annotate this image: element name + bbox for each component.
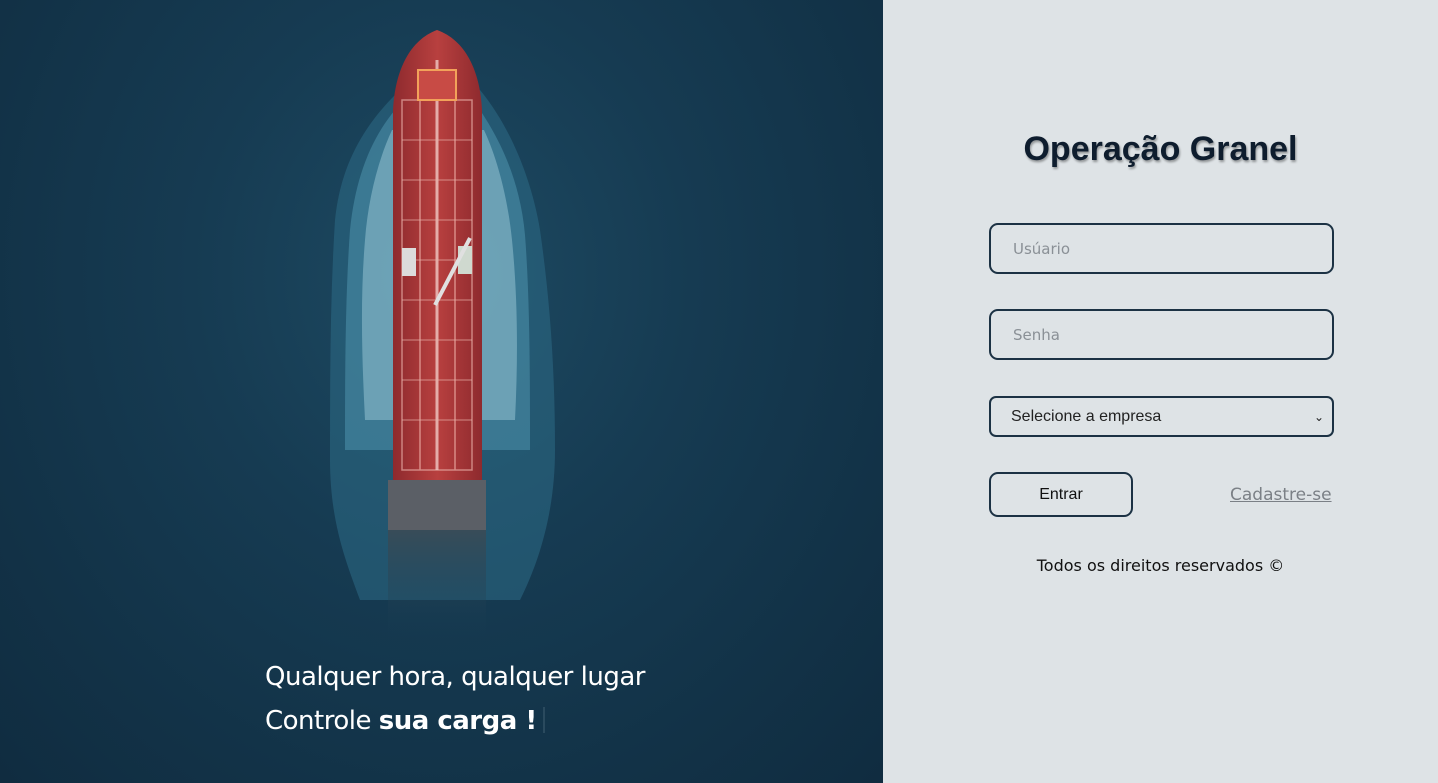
hero-tagline-line2: Controle sua carga ! (265, 699, 645, 743)
hero-tagline-line1: Qualquer hora, qualquer lugar (265, 662, 645, 692)
login-page: Qualquer hora, qualquer lugar Controle s… (0, 0, 1438, 783)
company-select-value: Selecione a empresa (1011, 407, 1162, 425)
hero-tagline-prefix: Controle (265, 706, 379, 736)
username-input[interactable] (989, 223, 1334, 274)
chevron-down-icon: ⌄ (1313, 409, 1324, 424)
company-select[interactable]: Selecione a empresa ⌄ (989, 396, 1334, 437)
login-panel: Operação Granel Selecione a empresa ⌄ En… (883, 0, 1438, 783)
page-title: Operação Granel (1023, 130, 1298, 168)
login-button[interactable]: Entrar (989, 472, 1133, 517)
hero-tagline-bold: sua carga ! (378, 706, 537, 736)
copyright-footer: Todos os direitos reservados © (1036, 556, 1285, 575)
register-link[interactable]: Cadastre-se (1230, 485, 1332, 505)
hero-tagline: Qualquer hora, qualquer lugar Controle s… (265, 655, 645, 743)
typing-cursor (542, 707, 545, 733)
password-input[interactable] (989, 309, 1334, 360)
hero-image: Qualquer hora, qualquer lugar Controle s… (0, 0, 883, 783)
